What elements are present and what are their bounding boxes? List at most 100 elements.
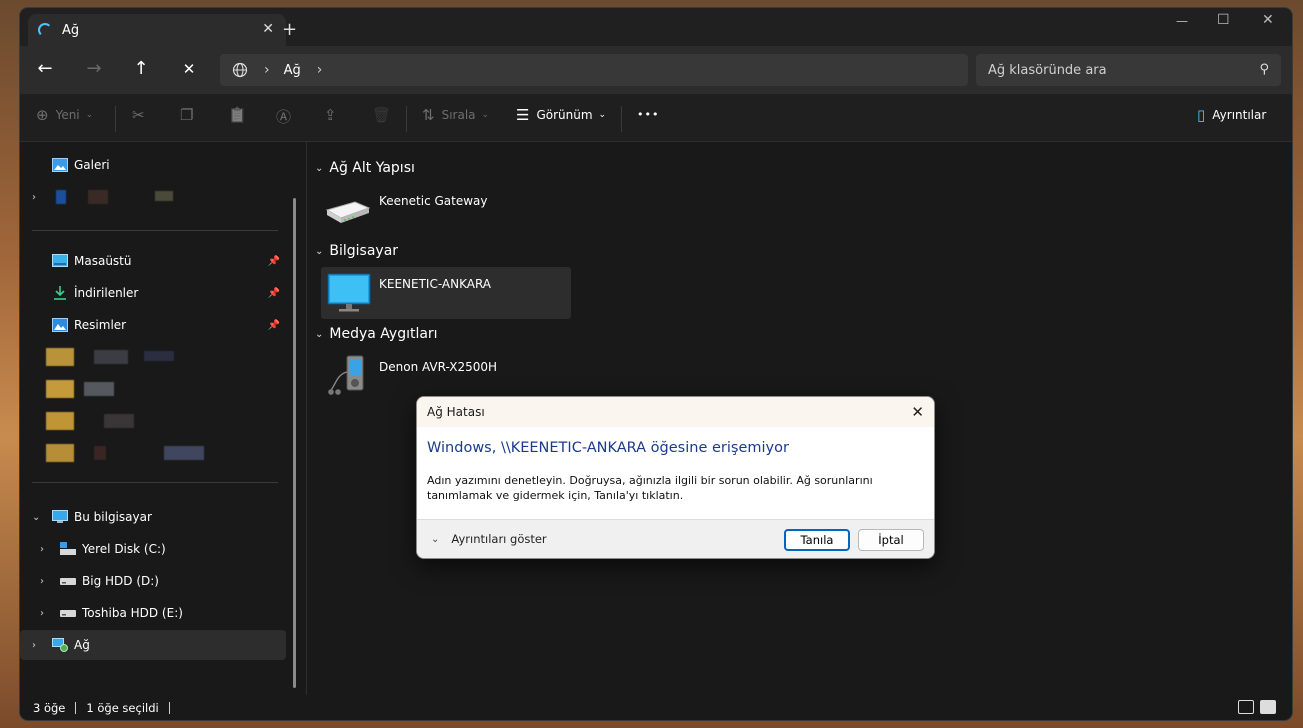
share-button[interactable]: ⇪	[324, 106, 344, 124]
tab-close-icon[interactable]: ✕	[262, 21, 274, 37]
details-pane-button[interactable]: ▯ Ayrıntılar	[1197, 106, 1266, 124]
pin-icon[interactable]: 📌	[268, 320, 280, 331]
sidebar-item-drive-c[interactable]: › Yerel Disk (C:)	[20, 534, 286, 564]
dialog-heading: Windows, \\KEENETIC-ANKARA öğesine erişe…	[427, 440, 789, 456]
new-tab-button[interactable]: +	[282, 19, 297, 40]
item-keenetic-ankara[interactable]: KEENETIC-ANKARA	[321, 267, 571, 319]
sidebar-item-hidden[interactable]	[20, 438, 286, 468]
item-denon-avr[interactable]: Denon AVR-X2500H	[321, 350, 571, 402]
sidebar-item-hidden[interactable]: ›	[20, 182, 286, 212]
sidebar-item-hidden[interactable]	[20, 374, 286, 404]
chevron-right-icon[interactable]: ›	[32, 640, 36, 651]
chevron-right-icon[interactable]: ›	[40, 544, 44, 555]
delete-button[interactable]: 🗑	[372, 106, 398, 124]
chevron-right-icon[interactable]: ›	[40, 576, 44, 587]
group-header-computer[interactable]: ⌄ Bilgisayar	[315, 243, 398, 259]
rename-button[interactable]: Ⓐ	[276, 106, 298, 127]
item-label: Denon AVR-X2500H	[379, 360, 498, 374]
up-button[interactable]: ↑	[129, 58, 153, 79]
redacted-icon	[46, 444, 74, 462]
view-layout-icon: ☰	[516, 106, 530, 124]
loading-spinner-icon	[38, 23, 52, 37]
item-count: 3 öğe	[33, 700, 66, 715]
show-details-toggle[interactable]: ⌄ Ayrıntıları göster	[431, 532, 547, 546]
details-view-icon[interactable]	[1238, 700, 1254, 714]
stop-loading-button[interactable]: ✕	[177, 60, 201, 78]
file-explorer-window: Ağ ✕ + — ☐ ✕ ← → ↑ ✕ › Ağ › Ağ klasöründ…	[20, 8, 1292, 720]
sidebar-divider	[32, 230, 278, 231]
breadcrumb-separator[interactable]: ›	[264, 62, 270, 78]
sidebar-item-label: Yerel Disk (C:)	[82, 542, 166, 556]
search-icon[interactable]: ⚲	[1259, 62, 1269, 77]
sidebar-item-pictures[interactable]: Resimler 📌	[20, 310, 286, 340]
breadcrumb-network[interactable]: Ağ	[284, 63, 301, 78]
sidebar-scrollbar[interactable]	[293, 198, 296, 688]
item-keenetic-gateway[interactable]: Keenetic Gateway	[321, 184, 571, 236]
sidebar-item-downloads[interactable]: İndirilenler 📌	[20, 278, 286, 308]
tab-network[interactable]: Ağ ✕	[28, 14, 286, 46]
dialog-footer: ⌄ Ayrıntıları göster Tanıla İptal	[417, 519, 934, 558]
search-input[interactable]: Ağ klasöründe ara	[988, 63, 1107, 78]
view-label: Görünüm	[536, 108, 593, 122]
sidebar-item-this-pc[interactable]: ⌄ Bu bilgisayar	[20, 502, 286, 532]
sidebar-item-gallery[interactable]: Galeri	[20, 150, 286, 180]
search-box[interactable]: Ağ klasöründe ara ⚲	[976, 54, 1281, 86]
sidebar-item-hidden[interactable]	[20, 406, 286, 436]
details-label: Ayrıntılar	[1212, 108, 1267, 122]
clipboard-icon: 📋	[228, 106, 247, 124]
copy-button[interactable]: ❐	[180, 106, 200, 124]
dialog-message: Adın yazımını denetleyin. Doğruysa, ağın…	[427, 474, 873, 502]
new-button[interactable]: ⊕ Yeni ⌄	[36, 106, 93, 124]
sidebar-item-desktop[interactable]: Masaüstü 📌	[20, 246, 286, 276]
sidebar-item-drive-e[interactable]: › Toshiba HDD (E:)	[20, 598, 286, 628]
network-icon	[52, 638, 68, 652]
sort-icon: ⇅	[422, 106, 435, 124]
status-separator	[75, 701, 77, 714]
close-window-button[interactable]: ✕	[1262, 12, 1274, 28]
pin-icon[interactable]: 📌	[268, 256, 280, 267]
redacted-label	[88, 190, 108, 204]
network-error-dialog: Ağ Hatası ✕ Windows, \\KEENETIC-ANKARA ö…	[416, 396, 935, 559]
sidebar-item-network[interactable]: › Ağ	[20, 630, 286, 660]
chevron-right-icon[interactable]: ›	[32, 192, 36, 203]
more-options-button[interactable]: •••	[637, 108, 659, 121]
back-button[interactable]: ←	[33, 58, 57, 79]
redacted-label	[104, 414, 134, 428]
redacted-label	[144, 351, 174, 361]
sidebar-item-drive-d[interactable]: › Big HDD (D:)	[20, 566, 286, 596]
scissors-icon: ✂	[132, 106, 145, 124]
maximize-button[interactable]: ☐	[1217, 12, 1230, 28]
sidebar-item-label: Resimler	[74, 318, 127, 332]
desktop-icon	[52, 254, 68, 267]
chevron-right-icon[interactable]: ›	[40, 608, 44, 619]
download-icon	[54, 286, 66, 300]
minimize-button[interactable]: —	[1176, 14, 1188, 28]
sort-button[interactable]: ⇅ Sırala ⌄	[422, 106, 489, 124]
cut-button[interactable]: ✂	[132, 106, 152, 124]
sidebar-item-hidden[interactable]	[20, 342, 286, 372]
navigation-pane: Galeri › Masaüstü 📌 İndirilenler 📌 Resim…	[20, 142, 298, 695]
redacted-icon	[46, 348, 74, 366]
dialog-title: Ağ Hatası	[427, 405, 485, 419]
group-header-media-devices[interactable]: ⌄ Medya Aygıtları	[315, 326, 438, 342]
sidebar-item-label: Bu bilgisayar	[74, 510, 152, 524]
tiles-view-icon[interactable]	[1260, 700, 1276, 714]
forward-button[interactable]: →	[82, 58, 106, 79]
paste-button[interactable]: 📋	[228, 106, 254, 124]
breadcrumb-expand[interactable]: ›	[317, 62, 323, 78]
pin-icon[interactable]: 📌	[268, 288, 280, 299]
dialog-close-icon[interactable]: ✕	[911, 403, 924, 421]
group-header-network-infrastructure[interactable]: ⌄ Ağ Alt Yapısı	[315, 160, 415, 176]
view-button[interactable]: ☰ Görünüm ⌄	[516, 106, 606, 124]
chevron-down-icon: ⌄	[315, 328, 324, 340]
cancel-button[interactable]: İptal	[858, 529, 924, 551]
trash-icon: 🗑	[372, 106, 392, 124]
chevron-down-icon: ⌄	[598, 110, 607, 120]
chevron-down-icon[interactable]: ⌄	[32, 512, 40, 523]
media-player-icon	[328, 355, 364, 395]
redacted-label	[155, 191, 173, 201]
diagnose-button[interactable]: Tanıla	[784, 529, 850, 551]
sidebar-item-label: Big HDD (D:)	[82, 574, 159, 588]
dialog-title-bar: Ağ Hatası ✕	[417, 397, 934, 427]
address-bar[interactable]: › Ağ ›	[220, 54, 968, 86]
